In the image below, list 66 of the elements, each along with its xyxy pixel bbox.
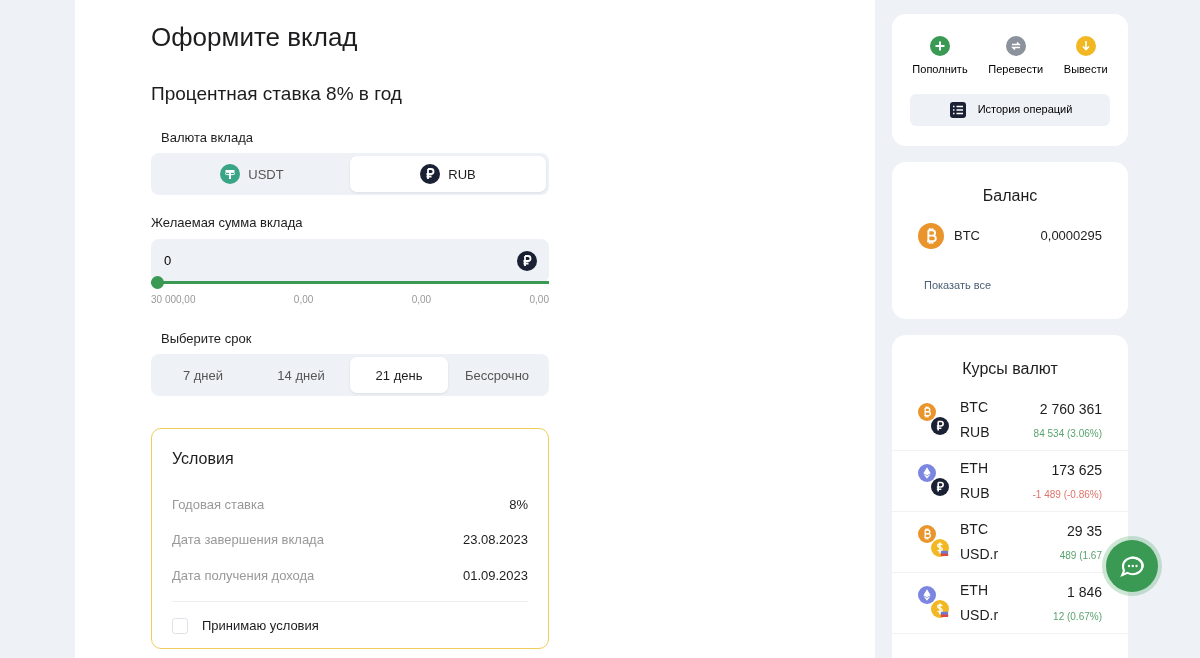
currency-code: USD.r xyxy=(960,606,999,626)
show-all-link[interactable]: Показать все xyxy=(924,276,992,294)
withdraw-icon xyxy=(1075,36,1096,56)
rate-change: 489 (1.67 xyxy=(1059,549,1102,564)
rate-change: 84 534 (3.06%) xyxy=(1033,427,1102,442)
bitcoin-icon xyxy=(918,525,936,544)
currency-tab[interactable]: USDT xyxy=(154,156,350,193)
tether-icon xyxy=(220,164,241,185)
currency-code: RUB xyxy=(960,423,990,443)
condition-label: Годовая ставка xyxy=(172,495,265,514)
card-title: Условия xyxy=(172,449,235,469)
field-label: Желаемая сумма вклада xyxy=(151,214,303,233)
rate-change: 12 (0.67%) xyxy=(1053,610,1102,625)
condition-value: 8% xyxy=(509,495,528,514)
condition-value: 01.09.2023 xyxy=(462,566,528,585)
ethereum-icon xyxy=(918,464,936,483)
term-tab[interactable]: 21 день xyxy=(350,357,448,394)
condition-value: 23.08.2023 xyxy=(462,531,528,550)
bitcoin-icon xyxy=(918,222,944,249)
condition-label: Дата завершения вклада xyxy=(172,531,324,550)
action-button[interactable]: Перевести xyxy=(988,36,1044,78)
accept-checkbox[interactable] xyxy=(172,617,188,634)
currency-tab[interactable]: RUB xyxy=(350,156,546,193)
checkbox-label: Принимаю условия xyxy=(202,617,319,636)
currency-code: ETH xyxy=(960,459,989,479)
field-label: Выберите срок xyxy=(161,330,252,348)
rate-price: 173 625 xyxy=(1050,461,1102,481)
term-tab[interactable]: 7 дней xyxy=(154,357,252,394)
slider-tick-label: 30 000,00 xyxy=(151,293,196,307)
chat-button[interactable] xyxy=(1106,540,1158,592)
currency-code: ETH xyxy=(960,581,989,601)
transfer-icon xyxy=(1005,36,1026,56)
currency-code: RUB xyxy=(960,484,990,504)
field-label: Валюта вклада xyxy=(161,129,253,147)
term-tab[interactable]: 14 дней xyxy=(252,357,350,394)
slider-tick-label: 0,00 xyxy=(293,293,314,307)
rate-price: 2 760 361 xyxy=(1038,400,1102,420)
currency-code: BTC xyxy=(960,520,989,540)
rate-change: -1 489 (-0.86%) xyxy=(1032,488,1102,503)
bitcoin-icon xyxy=(918,403,936,422)
rate-heading: Процентная ставка 8% в год xyxy=(151,83,403,106)
dollar-coin-icon xyxy=(931,539,949,558)
condition-label: Дата получения дохода xyxy=(172,566,315,585)
ruble-icon xyxy=(931,478,949,497)
balance-amount: 0,0000295 xyxy=(1040,226,1102,245)
currency-code: BTC xyxy=(960,398,989,418)
card-title: Баланс xyxy=(981,185,1039,206)
history-button[interactable]: История операций xyxy=(910,93,1110,126)
ethereum-icon xyxy=(918,586,936,605)
list-icon xyxy=(947,99,968,120)
page-title: Оформите вклад xyxy=(151,22,359,54)
ruble-icon xyxy=(420,164,441,185)
slider-tick-label: 0,00 xyxy=(529,293,549,307)
dollar-coin-icon xyxy=(931,600,949,619)
coin-name: BTC xyxy=(954,226,980,245)
action-button[interactable]: Вывести xyxy=(1063,36,1108,78)
rate-price: 1 846 xyxy=(1065,583,1102,603)
ruble-icon xyxy=(931,417,949,436)
rate-price: 29 35 xyxy=(1065,522,1102,542)
ruble-icon xyxy=(517,251,537,271)
slider-tick-label: 0,00 xyxy=(411,293,432,307)
card-title: Курсы валют xyxy=(961,359,1059,380)
action-button[interactable]: Пополнить xyxy=(912,36,968,78)
currency-code: USD.r xyxy=(960,545,999,565)
term-tab[interactable]: Бессрочно xyxy=(448,357,546,394)
plus-icon xyxy=(930,36,950,56)
